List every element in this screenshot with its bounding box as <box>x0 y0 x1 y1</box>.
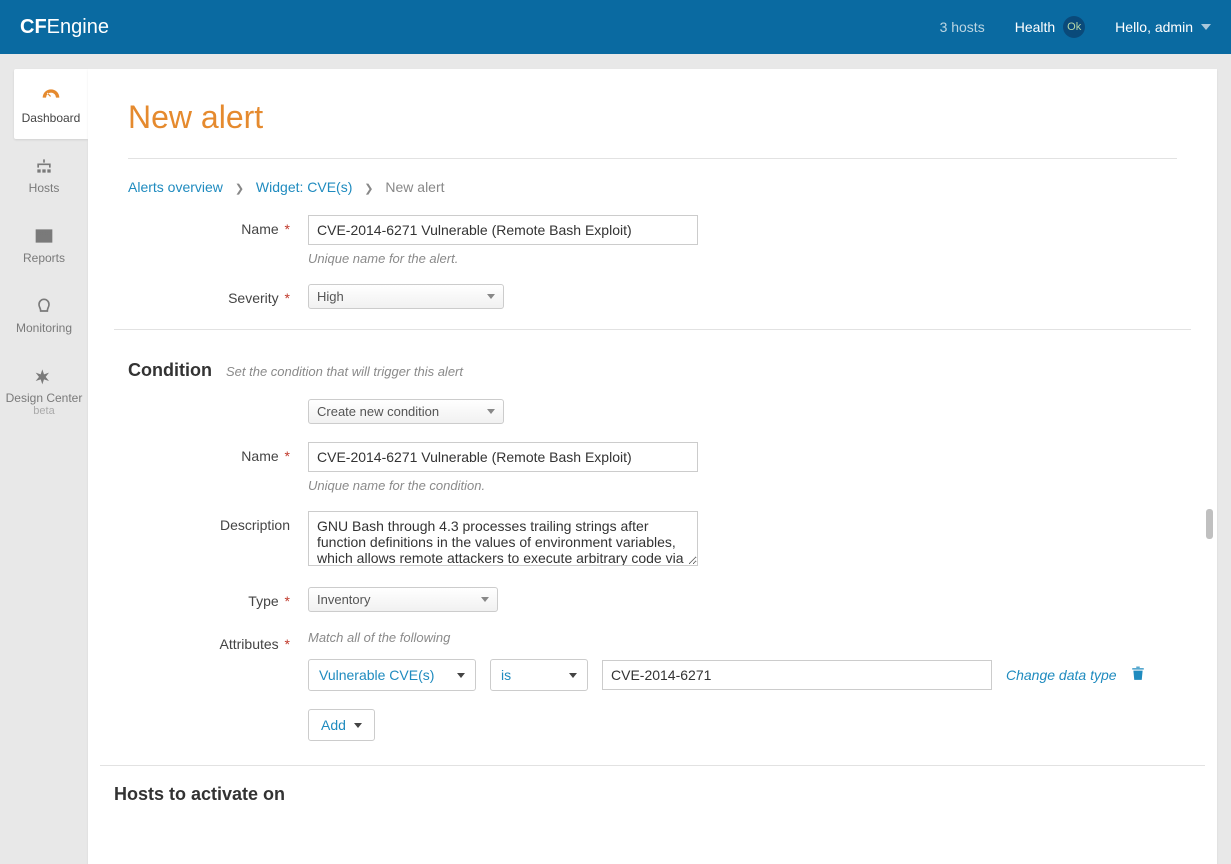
page-title: New alert <box>128 99 1177 136</box>
caret-down-icon <box>487 294 495 299</box>
condition-name-hint: Unique name for the condition. <box>308 478 1177 493</box>
chevron-down-icon <box>1201 24 1211 30</box>
health-indicator[interactable]: Health Ok <box>1015 16 1085 38</box>
dashboard-icon <box>41 87 61 105</box>
breadcrumb-current: New alert <box>385 179 444 195</box>
caret-down-icon <box>487 409 495 414</box>
breadcrumb-alerts-overview[interactable]: Alerts overview <box>128 179 223 195</box>
alert-name-label: Name * <box>128 215 308 237</box>
monitoring-icon <box>34 297 54 315</box>
sidebar: Dashboard Hosts Reports Monitoring Desig… <box>0 69 88 864</box>
sidebar-item-label: Design Center <box>6 391 83 405</box>
type-select[interactable]: Inventory <box>308 587 498 612</box>
trash-icon[interactable] <box>1131 666 1145 684</box>
ok-badge: Ok <box>1063 16 1085 38</box>
sidebar-item-monitoring[interactable]: Monitoring <box>0 279 88 349</box>
description-label: Description <box>128 511 308 533</box>
sidebar-item-label: Dashboard <box>22 111 81 125</box>
attribute-value-input[interactable] <box>602 660 992 690</box>
change-data-type-link[interactable]: Change data type <box>1006 667 1117 683</box>
hosts-link[interactable]: 3 hosts <box>940 19 985 35</box>
severity-select[interactable]: High <box>308 284 504 309</box>
attribute-field-select[interactable]: Vulnerable CVE(s) <box>308 659 476 691</box>
sidebar-item-reports[interactable]: Reports <box>0 209 88 279</box>
attribute-operator-value: is <box>501 667 511 683</box>
attributes-label: Attributes * <box>128 630 308 652</box>
condition-name-label: Name * <box>128 442 308 464</box>
caret-down-icon <box>481 597 489 602</box>
user-label: Hello, admin <box>1115 19 1193 35</box>
alert-name-hint: Unique name for the alert. <box>308 251 1177 266</box>
chevron-right-icon: ❯ <box>364 183 373 195</box>
condition-section-header: Condition Set the condition that will tr… <box>128 360 1177 381</box>
topbar: CFEngine 3 hosts Health Ok Hello, admin <box>0 0 1231 54</box>
chevron-right-icon: ❯ <box>235 183 244 195</box>
sidebar-item-sublabel: beta <box>4 405 84 417</box>
caret-down-icon <box>569 673 577 678</box>
sidebar-item-label: Hosts <box>29 181 60 195</box>
user-menu[interactable]: Hello, admin <box>1115 19 1211 35</box>
alert-name-input[interactable] <box>308 215 698 245</box>
logo[interactable]: CFEngine <box>20 16 109 39</box>
logo-bold: CF <box>20 16 47 38</box>
severity-label: Severity * <box>128 284 308 306</box>
hosts-section-title: Hosts to activate on <box>114 784 1177 805</box>
sidebar-item-hosts[interactable]: Hosts <box>0 139 88 209</box>
severity-value: High <box>317 289 344 304</box>
condition-source-select[interactable]: Create new condition <box>308 399 504 424</box>
type-label: Type * <box>128 587 308 609</box>
breadcrumb-widget[interactable]: Widget: CVE(s) <box>256 179 352 195</box>
add-attribute-button[interactable]: Add <box>308 709 375 741</box>
content: New alert Alerts overview ❯ Widget: CVE(… <box>88 69 1217 864</box>
add-label: Add <box>321 717 346 733</box>
condition-subtitle: Set the condition that will trigger this… <box>226 364 463 379</box>
health-label: Health <box>1015 19 1055 35</box>
hosts-icon <box>34 157 54 175</box>
type-value: Inventory <box>317 592 370 607</box>
scrollbar[interactable] <box>1206 509 1213 539</box>
design-center-icon <box>34 367 54 385</box>
breadcrumb: Alerts overview ❯ Widget: CVE(s) ❯ New a… <box>128 159 1177 215</box>
sidebar-item-design-center[interactable]: Design Center beta <box>0 349 88 431</box>
attribute-operator-select[interactable]: is <box>490 659 588 691</box>
reports-icon <box>34 227 54 245</box>
sidebar-item-label: Monitoring <box>16 321 72 335</box>
caret-down-icon <box>354 723 362 728</box>
description-textarea[interactable]: GNU Bash through 4.3 processes trailing … <box>308 511 698 566</box>
condition-source-value: Create new condition <box>317 404 439 419</box>
attribute-field-value: Vulnerable CVE(s) <box>319 667 434 683</box>
attributes-hint: Match all of the following <box>308 630 1177 645</box>
sidebar-item-label: Reports <box>23 251 65 265</box>
sidebar-item-dashboard[interactable]: Dashboard <box>14 69 88 139</box>
condition-title: Condition <box>128 360 212 381</box>
logo-light: Engine <box>47 16 109 38</box>
condition-name-input[interactable] <box>308 442 698 472</box>
caret-down-icon <box>457 673 465 678</box>
